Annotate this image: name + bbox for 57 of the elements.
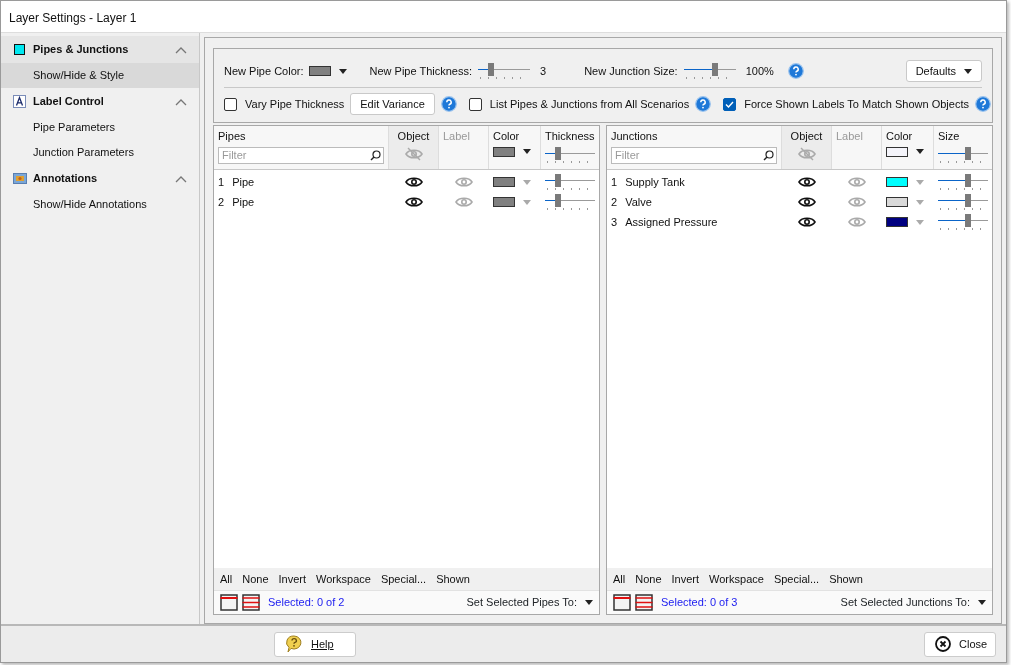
- select-link[interactable]: Shown: [829, 570, 863, 588]
- select-link[interactable]: None: [242, 570, 269, 588]
- column-header: Label: [836, 129, 864, 144]
- sidebar-item[interactable]: Show/Hide & Style: [1, 63, 199, 88]
- column-header: Size: [938, 129, 961, 144]
- column-header: Pipes: [218, 129, 247, 144]
- column-header: Junctions: [611, 129, 659, 144]
- select-link[interactable]: All: [613, 570, 626, 588]
- column-header: Object: [790, 129, 823, 144]
- field-label: New Pipe Thickness:: [369, 63, 472, 79]
- row-name: Supply Tank: [625, 174, 685, 190]
- filter-field[interactable]: Filter: [218, 146, 384, 164]
- select-link[interactable]: Invert: [278, 570, 307, 588]
- set-selected-dropdown[interactable]: Set Selected Junctions To:: [840, 594, 986, 611]
- edit-variance-button[interactable]: Edit Variance: [350, 92, 435, 116]
- close-button[interactable]: Close: [924, 631, 996, 657]
- sidebar-item[interactable]: Junction Parameters: [1, 140, 199, 165]
- select-link[interactable]: Special...: [380, 570, 427, 588]
- row-number: 2: [218, 194, 225, 210]
- column-header: Label: [443, 129, 471, 144]
- selection-count: Selected: 0 of 3: [661, 595, 738, 611]
- filter-field[interactable]: Filter: [611, 146, 777, 164]
- select-link[interactable]: All: [220, 570, 233, 588]
- select-link[interactable]: Workspace: [316, 570, 371, 588]
- select-link[interactable]: Invert: [671, 570, 700, 588]
- group-title[interactable]: Annotations: [33, 170, 98, 187]
- slider-value: 100%: [745, 63, 774, 79]
- checkbox-label[interactable]: Vary Pipe Thickness: [245, 95, 345, 113]
- select-link[interactable]: Workspace: [709, 570, 764, 588]
- row-number: 1: [218, 174, 225, 190]
- window-title: Layer Settings - Layer 1: [1, 1, 1006, 32]
- row-number: 2: [611, 194, 618, 210]
- row-name: Pipe: [232, 194, 255, 210]
- sidebar-item[interactable]: Show/Hide Annotations: [1, 192, 199, 217]
- checkbox-label[interactable]: Force Shown Labels To Match Shown Objects: [744, 95, 969, 113]
- column-header: Thickness: [545, 129, 595, 144]
- checkbox-label[interactable]: List Pipes & Junctions from All Scenarios: [489, 95, 690, 113]
- row-number: 1: [611, 174, 618, 190]
- field-label: New Pipe Color:: [224, 63, 304, 79]
- defaults-button[interactable]: Defaults: [905, 59, 982, 83]
- sidebar-item[interactable]: Pipe Parameters: [1, 115, 199, 140]
- set-selected-dropdown[interactable]: Set Selected Pipes To:: [466, 594, 593, 611]
- row-name: Pipe: [232, 174, 255, 190]
- column-header: Color: [886, 129, 914, 144]
- help-button[interactable]: Help: [274, 631, 356, 657]
- row-name: Assigned Pressure: [625, 214, 718, 230]
- select-link[interactable]: Special...: [773, 570, 820, 588]
- select-link[interactable]: None: [635, 570, 662, 588]
- group-title[interactable]: Label Control: [33, 93, 104, 110]
- row-number: 3: [611, 214, 618, 230]
- selection-count: Selected: 0 of 2: [268, 595, 345, 611]
- row-name: Valve: [625, 194, 652, 210]
- field-label: New Junction Size:: [584, 63, 678, 79]
- column-header: Color: [493, 129, 521, 144]
- column-header: Object: [397, 129, 430, 144]
- slider-value: 3: [540, 63, 547, 79]
- select-link[interactable]: Shown: [436, 570, 470, 588]
